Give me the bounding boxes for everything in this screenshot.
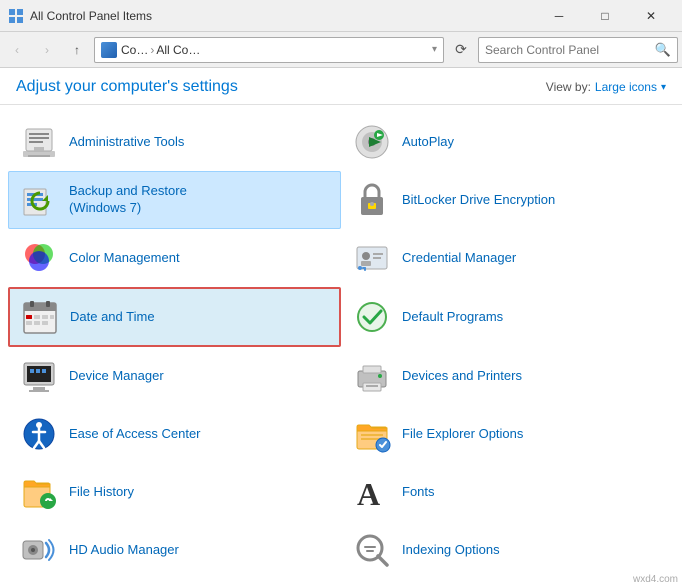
item-hd-audio[interactable]: HD Audio Manager [8,521,341,579]
item-backup-restore[interactable]: Backup and Restore (Windows 7) [8,171,341,229]
item-icon-file-explorer [352,414,392,454]
item-indexing[interactable]: Indexing Options [341,521,674,579]
item-icon-fonts: A [352,472,392,512]
item-icon-color-mgmt [19,238,59,278]
up-button[interactable]: ↑ [64,37,90,63]
main-content: Adjust your computer's settings View by:… [0,68,682,587]
items-container[interactable]: Administrative Tools AutoPlay Backup and… [0,105,682,587]
item-label-color-mgmt: Color Management [69,250,180,267]
address-part1: Co… [121,43,148,57]
view-by-control: View by: Large icons ▾ [546,80,666,94]
close-button[interactable]: ✕ [628,0,674,32]
item-label-hd-audio: HD Audio Manager [69,542,179,559]
item-label-indexing: Indexing Options [402,542,500,559]
item-label-bitlocker: BitLocker Drive Encryption [402,192,555,209]
item-credential[interactable]: Credential Manager [341,229,674,287]
addressbar: ‹ › ↑ Co… › All Co… ▾ ⟳ 🔍 [0,32,682,68]
item-icon-credential [352,238,392,278]
forward-button[interactable]: › [34,37,60,63]
item-label-date-time: Date and Time [70,309,155,326]
item-label-device-manager: Device Manager [69,368,164,385]
item-devices-printers[interactable]: Devices and Printers [341,347,674,405]
item-default-programs[interactable]: Default Programs [341,287,674,347]
search-input[interactable] [485,43,655,57]
minimize-button[interactable]: ─ [536,0,582,32]
item-icon-admin-tools [19,122,59,162]
address-box[interactable]: Co… › All Co… ▾ [94,37,444,63]
item-icon-ease-of-access [19,414,59,454]
svg-text:A: A [357,476,380,511]
item-label-fonts: Fonts [402,484,435,501]
maximize-button[interactable]: □ [582,0,628,32]
item-label-file-history: File History [69,484,134,501]
page-title: Adjust your computer's settings [16,78,238,96]
titlebar-controls: ─ □ ✕ [536,0,674,32]
titlebar: All Control Panel Items ─ □ ✕ [0,0,682,32]
item-label-devices-printers: Devices and Printers [402,368,522,385]
view-by-value[interactable]: Large icons [595,80,657,94]
view-by-arrow[interactable]: ▾ [661,82,666,93]
item-icon-device-manager [19,356,59,396]
item-icon-indexing [352,530,392,570]
item-label-backup-restore: Backup and Restore (Windows 7) [69,183,187,217]
address-icon [101,42,117,58]
item-icon-devices-printers [352,356,392,396]
item-icon-date-time [20,297,60,337]
search-box[interactable]: 🔍 [478,37,678,63]
window-icon [8,8,24,24]
item-ease-of-access[interactable]: Ease of Access Center [8,405,341,463]
item-bitlocker[interactable]: BitLocker Drive Encryption [341,171,674,229]
item-autoplay[interactable]: AutoPlay [341,113,674,171]
item-icon-default-programs [352,297,392,337]
refresh-button[interactable]: ⟳ [448,37,474,63]
search-icon: 🔍 [655,42,671,58]
item-icon-backup-restore [19,180,59,220]
item-fonts[interactable]: A Fonts [341,463,674,521]
item-label-credential: Credential Manager [402,250,516,267]
item-label-default-programs: Default Programs [402,309,503,326]
item-icon-bitlocker [352,180,392,220]
item-label-file-explorer: File Explorer Options [402,426,523,443]
item-file-explorer[interactable]: File Explorer Options [341,405,674,463]
window-title: All Control Panel Items [30,9,536,23]
item-file-history[interactable]: File History [8,463,341,521]
item-admin-tools[interactable]: Administrative Tools [8,113,341,171]
item-device-manager[interactable]: Device Manager [8,347,341,405]
watermark: wxd4.com [633,574,678,585]
items-grid: Administrative Tools AutoPlay Backup and… [0,113,682,587]
item-label-ease-of-access: Ease of Access Center [69,426,201,443]
address-sep: › [150,43,154,57]
item-icon-file-history [19,472,59,512]
item-intel-graphics[interactable]: Intel Intel® HD Graphics [8,579,341,587]
item-internet-options[interactable]: Internet Options [341,579,674,587]
back-button[interactable]: ‹ [4,37,30,63]
view-by-label: View by: [546,80,591,94]
address-part2: All Co… [156,43,200,57]
item-label-admin-tools: Administrative Tools [69,134,184,151]
address-dropdown-icon: ▾ [432,44,437,55]
item-label-autoplay: AutoPlay [402,134,454,151]
item-date-time[interactable]: Date and Time [8,287,341,347]
content-header: Adjust your computer's settings View by:… [0,68,682,105]
item-icon-autoplay [352,122,392,162]
item-color-mgmt[interactable]: Color Management [8,229,341,287]
item-icon-hd-audio [19,530,59,570]
